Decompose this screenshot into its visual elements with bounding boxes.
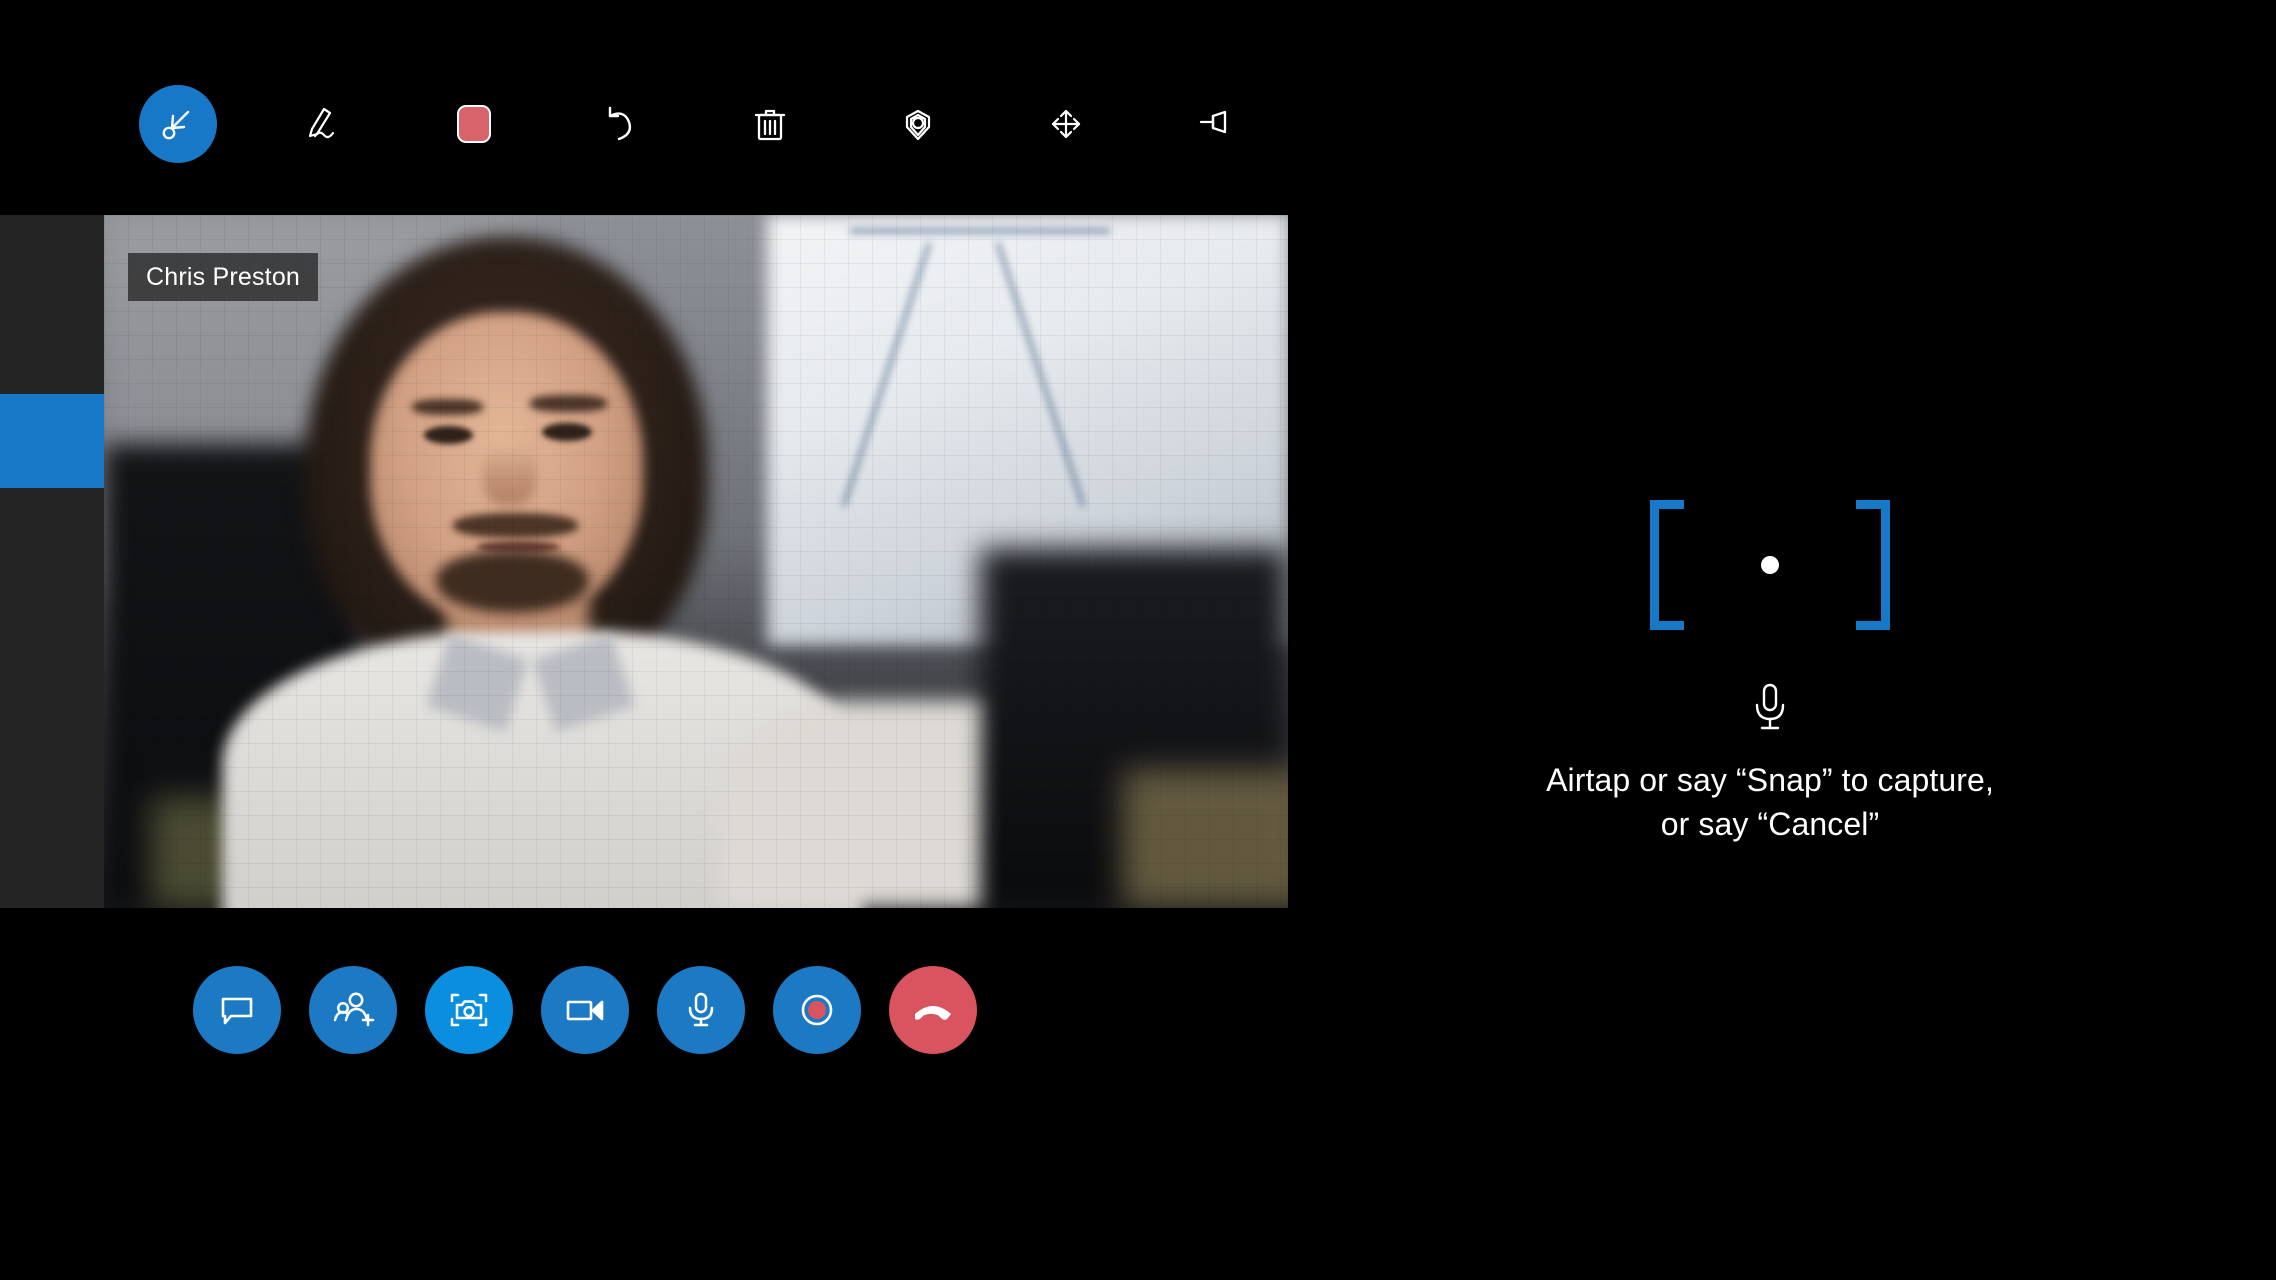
mixed-reality-call-screen: Chris Preston Airtap or say “Snap” to ca…	[0, 0, 2276, 1280]
delete-tool[interactable]	[696, 72, 844, 176]
undo-arrow-icon	[601, 103, 643, 145]
move-arrows-icon	[1046, 104, 1086, 144]
select-cursor-tool[interactable]	[104, 72, 252, 176]
undo-tool[interactable]	[548, 72, 696, 176]
video-toggle-button[interactable]	[541, 966, 629, 1054]
cursor-dot-icon	[1761, 556, 1779, 574]
move-tool[interactable]	[992, 72, 1140, 176]
capture-hud: Airtap or say “Snap” to capture, or say …	[1546, 500, 1994, 845]
pin-tool[interactable]	[1140, 72, 1288, 176]
rail-scroll-indicator[interactable]	[0, 394, 104, 488]
mic-toggle-button[interactable]	[657, 966, 745, 1054]
participant-name-badge: Chris Preston	[128, 253, 319, 301]
cursor-select-icon	[158, 104, 198, 144]
video-image	[104, 215, 1288, 908]
call-control-bar	[104, 930, 1288, 1090]
place-anchor-tool[interactable]	[844, 72, 992, 176]
video-feed[interactable]: Chris Preston	[104, 215, 1288, 908]
end-call-button[interactable]	[889, 966, 977, 1054]
record-button[interactable]	[773, 966, 861, 1054]
pen-ink-icon	[303, 101, 349, 147]
add-people-button[interactable]	[309, 966, 397, 1054]
hangup-phone-icon	[909, 986, 957, 1034]
camera-icon	[446, 987, 492, 1033]
capture-instruction-line-2: or say “Cancel”	[1660, 806, 1880, 843]
bracket-left	[1650, 500, 1684, 630]
color-swatch[interactable]	[400, 72, 548, 176]
voice-command-mic-icon	[1750, 680, 1790, 741]
ink-pen-tool[interactable]	[252, 72, 400, 176]
capture-instruction-line-1: Airtap or say “Snap” to capture,	[1546, 762, 1994, 798]
annotation-toolbar	[104, 72, 1288, 176]
participant-rail	[0, 215, 104, 908]
video-camera-icon	[562, 987, 608, 1033]
add-person-icon	[330, 987, 376, 1033]
color-swatch-icon	[457, 105, 491, 143]
pushpin-icon	[1192, 102, 1236, 146]
microphone-icon	[678, 987, 724, 1033]
location-pin-icon	[896, 102, 940, 146]
record-dot-icon	[794, 987, 840, 1033]
bracket-right	[1856, 500, 1890, 630]
capture-frame-brackets	[1650, 500, 1890, 630]
trash-icon	[749, 103, 791, 145]
chat-bubble-icon	[215, 988, 259, 1032]
capture-photo-button[interactable]	[425, 966, 513, 1054]
chat-button[interactable]	[193, 966, 281, 1054]
